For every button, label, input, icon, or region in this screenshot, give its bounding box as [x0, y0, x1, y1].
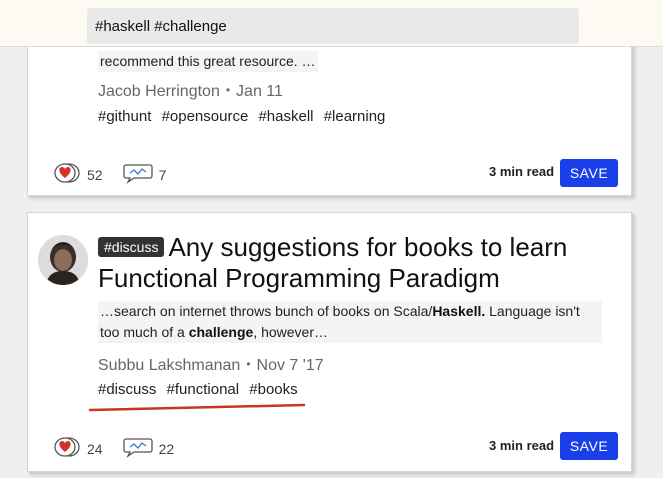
comment-icon[interactable]	[122, 162, 153, 187]
snippet-text: …search on internet throws bunch of book…	[100, 303, 433, 319]
post-date: Jan 11	[236, 83, 283, 100]
engagement-bar: 52 7	[53, 162, 186, 187]
search-input[interactable]: #haskell #challenge	[87, 8, 579, 44]
avatar[interactable]	[38, 235, 88, 285]
tag-link[interactable]: #discuss	[98, 381, 156, 398]
article-snippet: recommend this great resource. …	[98, 51, 318, 72]
comment-count: 7	[158, 166, 167, 183]
article-title-text: Any suggestions for books to learn Funct…	[98, 232, 568, 293]
read-time: 3 min read	[489, 164, 555, 179]
article-title[interactable]: #discuss Any suggestions for books to lea…	[98, 232, 618, 294]
tag-link[interactable]: #functional	[167, 381, 240, 398]
engagement-bar: 24 22	[53, 436, 194, 461]
read-time: 3 min read	[489, 438, 555, 453]
tag-list: #githunt #opensource #haskell #learning	[98, 108, 391, 125]
snippet-highlight: challenge	[188, 324, 254, 340]
tag-link[interactable]: #learning	[324, 108, 386, 125]
tag-link[interactable]: #githunt	[98, 108, 151, 125]
comment-count: 22	[158, 440, 175, 457]
snippet-text: , however…	[253, 324, 329, 340]
save-button[interactable]: SAVE	[560, 159, 618, 187]
post-date: Nov 7 '17	[256, 357, 324, 374]
author-name[interactable]: Jacob Herrington	[98, 83, 220, 100]
save-button[interactable]: SAVE	[560, 432, 618, 460]
tag-chip[interactable]: #discuss	[98, 237, 165, 257]
annotation-underline	[88, 403, 306, 412]
article-meta: Jacob Herrington • Jan 11	[98, 83, 283, 100]
article-card[interactable]: #discuss Any suggestions for books to lea…	[27, 212, 632, 472]
tag-link[interactable]: #opensource	[162, 108, 249, 125]
top-bar: #haskell #challenge	[0, 0, 663, 47]
author-name[interactable]: Subbu Lakshmanan	[98, 357, 240, 374]
tag-link[interactable]: #haskell	[258, 108, 313, 125]
reaction-count: 52	[87, 166, 103, 183]
tag-list: #discuss #functional #books	[98, 381, 304, 398]
heart-icon[interactable]	[53, 162, 81, 187]
article-meta: Subbu Lakshmanan • Nov 7 '17	[98, 357, 324, 374]
heart-icon[interactable]	[53, 436, 81, 461]
article-snippet: …search on internet throws bunch of book…	[98, 301, 602, 343]
reaction-count: 24	[87, 440, 103, 457]
tag-link[interactable]: #books	[249, 381, 297, 398]
snippet-highlight: Haskell.	[432, 303, 486, 319]
comment-icon[interactable]	[122, 436, 153, 461]
